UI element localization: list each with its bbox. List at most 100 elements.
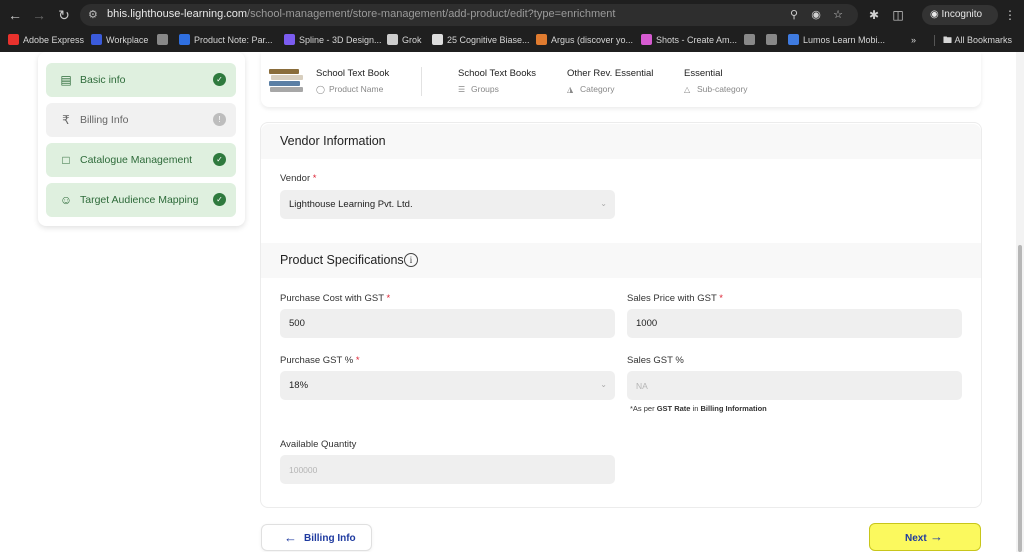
product-form-card: Vendor Information Vendor * Lighthouse L… — [260, 122, 982, 508]
next-button-label: Next — [905, 533, 927, 544]
bookmark-item[interactable] — [766, 33, 781, 47]
summary-product-name: School Text Book ◯ Product Name — [316, 68, 389, 94]
box-icon: □ — [62, 153, 70, 167]
bookmark-label: 25 Cognitive Biase... — [447, 35, 530, 45]
bookmarks-overflow-icon[interactable]: » — [911, 33, 916, 47]
bookmark-item[interactable] — [157, 33, 172, 47]
step-catalogue-management[interactable]: □ Catalogue Management ✓ — [46, 143, 236, 177]
bookmark-item[interactable]: 25 Cognitive Biase... — [432, 33, 530, 47]
sub-category-label: Sub-category — [697, 84, 748, 94]
browser-chrome: ← → ↻ ⚙ bhis.lighthouse-learning.com/sch… — [0, 0, 1024, 52]
sales-price-value: 1000 — [636, 318, 658, 329]
bookmark-item[interactable]: Grok — [387, 33, 422, 47]
shapes-icon: △ — [684, 85, 691, 94]
required-marker: * — [355, 355, 360, 366]
address-bar[interactable]: ⚙ bhis.lighthouse-learning.com/school-ma… — [80, 4, 858, 26]
group-value: School Text Books — [458, 68, 536, 79]
alert-circle-icon: ! — [213, 113, 226, 126]
bookmark-label: Shots - Create Am... — [656, 35, 738, 45]
bookmark-label: Workplace — [106, 35, 149, 45]
bookmark-item[interactable]: Product Note: Par... — [179, 33, 273, 47]
back-arrow-icon[interactable]: ← — [6, 7, 24, 23]
bookmark-icon — [179, 34, 190, 45]
chevron-down-icon: ⌄ — [600, 380, 607, 389]
forward-arrow-icon[interactable]: → — [30, 7, 48, 23]
bookmark-item[interactable]: Spline - 3D Design... — [284, 33, 382, 47]
page-scrollbar[interactable] — [1016, 52, 1024, 552]
summary-sub-category: Essential △ Sub-category — [684, 68, 748, 94]
vendor-label: Vendor * — [280, 173, 316, 184]
purchase-cost-input[interactable]: 500 — [280, 309, 615, 338]
purchase-cost-label: Purchase Cost with GST * — [280, 293, 390, 304]
required-marker: * — [719, 293, 723, 304]
back-button-label: Billing Info — [304, 533, 356, 544]
note-mid: in — [692, 404, 699, 413]
url-text[interactable]: bhis.lighthouse-learning.com/school-mana… — [107, 8, 615, 20]
reload-icon[interactable]: ↻ — [55, 7, 73, 23]
incognito-label: Incognito — [941, 9, 983, 20]
clipboard-icon: ▤ — [60, 73, 72, 87]
info-icon[interactable]: i — [404, 253, 418, 267]
summary-category: Other Rev. Essential ◮ Category — [567, 68, 653, 94]
site-settings-icon[interactable]: ⚙ — [88, 8, 102, 22]
next-button[interactable]: Next → — [869, 523, 981, 551]
zoom-icon[interactable]: ⚲ — [787, 8, 801, 22]
browser-menu-icon[interactable]: ⋮ — [1002, 7, 1018, 23]
step-label: Billing Info — [80, 114, 129, 126]
star-icon[interactable]: ☆ — [831, 8, 845, 22]
available-qty-label: Available Quantity — [280, 439, 357, 450]
category-label: Category — [580, 84, 615, 94]
bookmark-item[interactable]: Workplace — [91, 33, 148, 47]
bookmark-item[interactable] — [744, 33, 759, 47]
tag-icon: ◯ — [316, 85, 325, 94]
summary-divider — [421, 67, 422, 96]
sales-gst-input[interactable]: NA — [627, 371, 962, 400]
scrollbar-thumb[interactable] — [1018, 245, 1022, 552]
check-circle-icon: ✓ — [213, 193, 226, 206]
billing-info-back-button[interactable]: ← Billing Info — [261, 524, 372, 551]
all-bookmarks[interactable]: 🖿 All Bookmarks — [943, 33, 1012, 47]
step-billing-info[interactable]: ₹ Billing Info ! — [46, 103, 236, 137]
note-gst-rate: GST Rate — [656, 404, 691, 413]
group-label: Groups — [471, 84, 499, 94]
vendor-section-header: Vendor Information — [261, 124, 981, 159]
globe-icon — [157, 34, 168, 45]
vendor-value: Lighthouse Learning Pvt. Ltd. — [289, 199, 413, 210]
bookmarks-divider — [934, 35, 935, 46]
sub-category-value: Essential — [684, 68, 723, 79]
bookmark-icon — [432, 34, 443, 45]
incognito-icon: ◉ — [930, 9, 942, 20]
puzzle-icon[interactable]: ◫ — [890, 7, 906, 23]
bookmark-item[interactable]: Shots - Create Am... — [641, 33, 737, 47]
bookmarks-bar: Adobe Express Workplace Product Note: Pa… — [0, 31, 1024, 49]
eye-off-icon[interactable]: ◉ — [809, 8, 823, 22]
sales-price-label-text: Sales Price with GST — [627, 293, 717, 304]
purchase-gst-select[interactable]: 18% ⌄ — [280, 371, 615, 400]
step-basic-info[interactable]: ▤ Basic info ✓ — [46, 63, 236, 97]
bookmark-label: Grok — [402, 35, 422, 45]
chevron-down-icon: ⌄ — [600, 199, 607, 208]
step-target-audience-mapping[interactable]: ☺ Target Audience Mapping ✓ — [46, 183, 236, 217]
sales-gst-label: Sales GST % — [627, 355, 684, 366]
bookmark-item[interactable]: Lumos Learn Mobi... — [788, 33, 885, 47]
sales-gst-placeholder: NA — [636, 381, 648, 391]
sales-price-input[interactable]: 1000 — [627, 309, 962, 338]
gst-rate-note: *As per GST Rate in Billing Information — [630, 404, 767, 413]
incognito-badge[interactable]: ◉ Incognito — [922, 5, 998, 25]
extension-icon[interactable]: ✱ — [866, 7, 882, 23]
bookmark-item[interactable]: Adobe Express — [8, 33, 84, 47]
category-value: Other Rev. Essential — [567, 68, 654, 79]
available-qty-placeholder: 100000 — [289, 465, 318, 475]
page-content: ▤ Basic info ✓ ₹ Billing Info ! □ Catalo… — [0, 52, 1024, 552]
bookmark-label: Adobe Express — [23, 35, 85, 45]
vendor-section-title: Vendor Information — [280, 134, 386, 148]
bookmark-label: Spline - 3D Design... — [299, 35, 382, 45]
required-marker: * — [386, 293, 391, 304]
vendor-select[interactable]: Lighthouse Learning Pvt. Ltd. ⌄ — [280, 190, 615, 219]
purchase-gst-label-text: Purchase GST % — [280, 355, 354, 366]
url-host: bhis.lighthouse-learning.com — [107, 8, 248, 20]
bookmark-item[interactable]: Argus (discover yo... — [536, 33, 633, 47]
available-qty-input[interactable]: 100000 — [280, 455, 615, 484]
rupee-icon: ₹ — [62, 113, 70, 127]
purchase-cost-label-text: Purchase Cost with GST — [280, 293, 384, 304]
